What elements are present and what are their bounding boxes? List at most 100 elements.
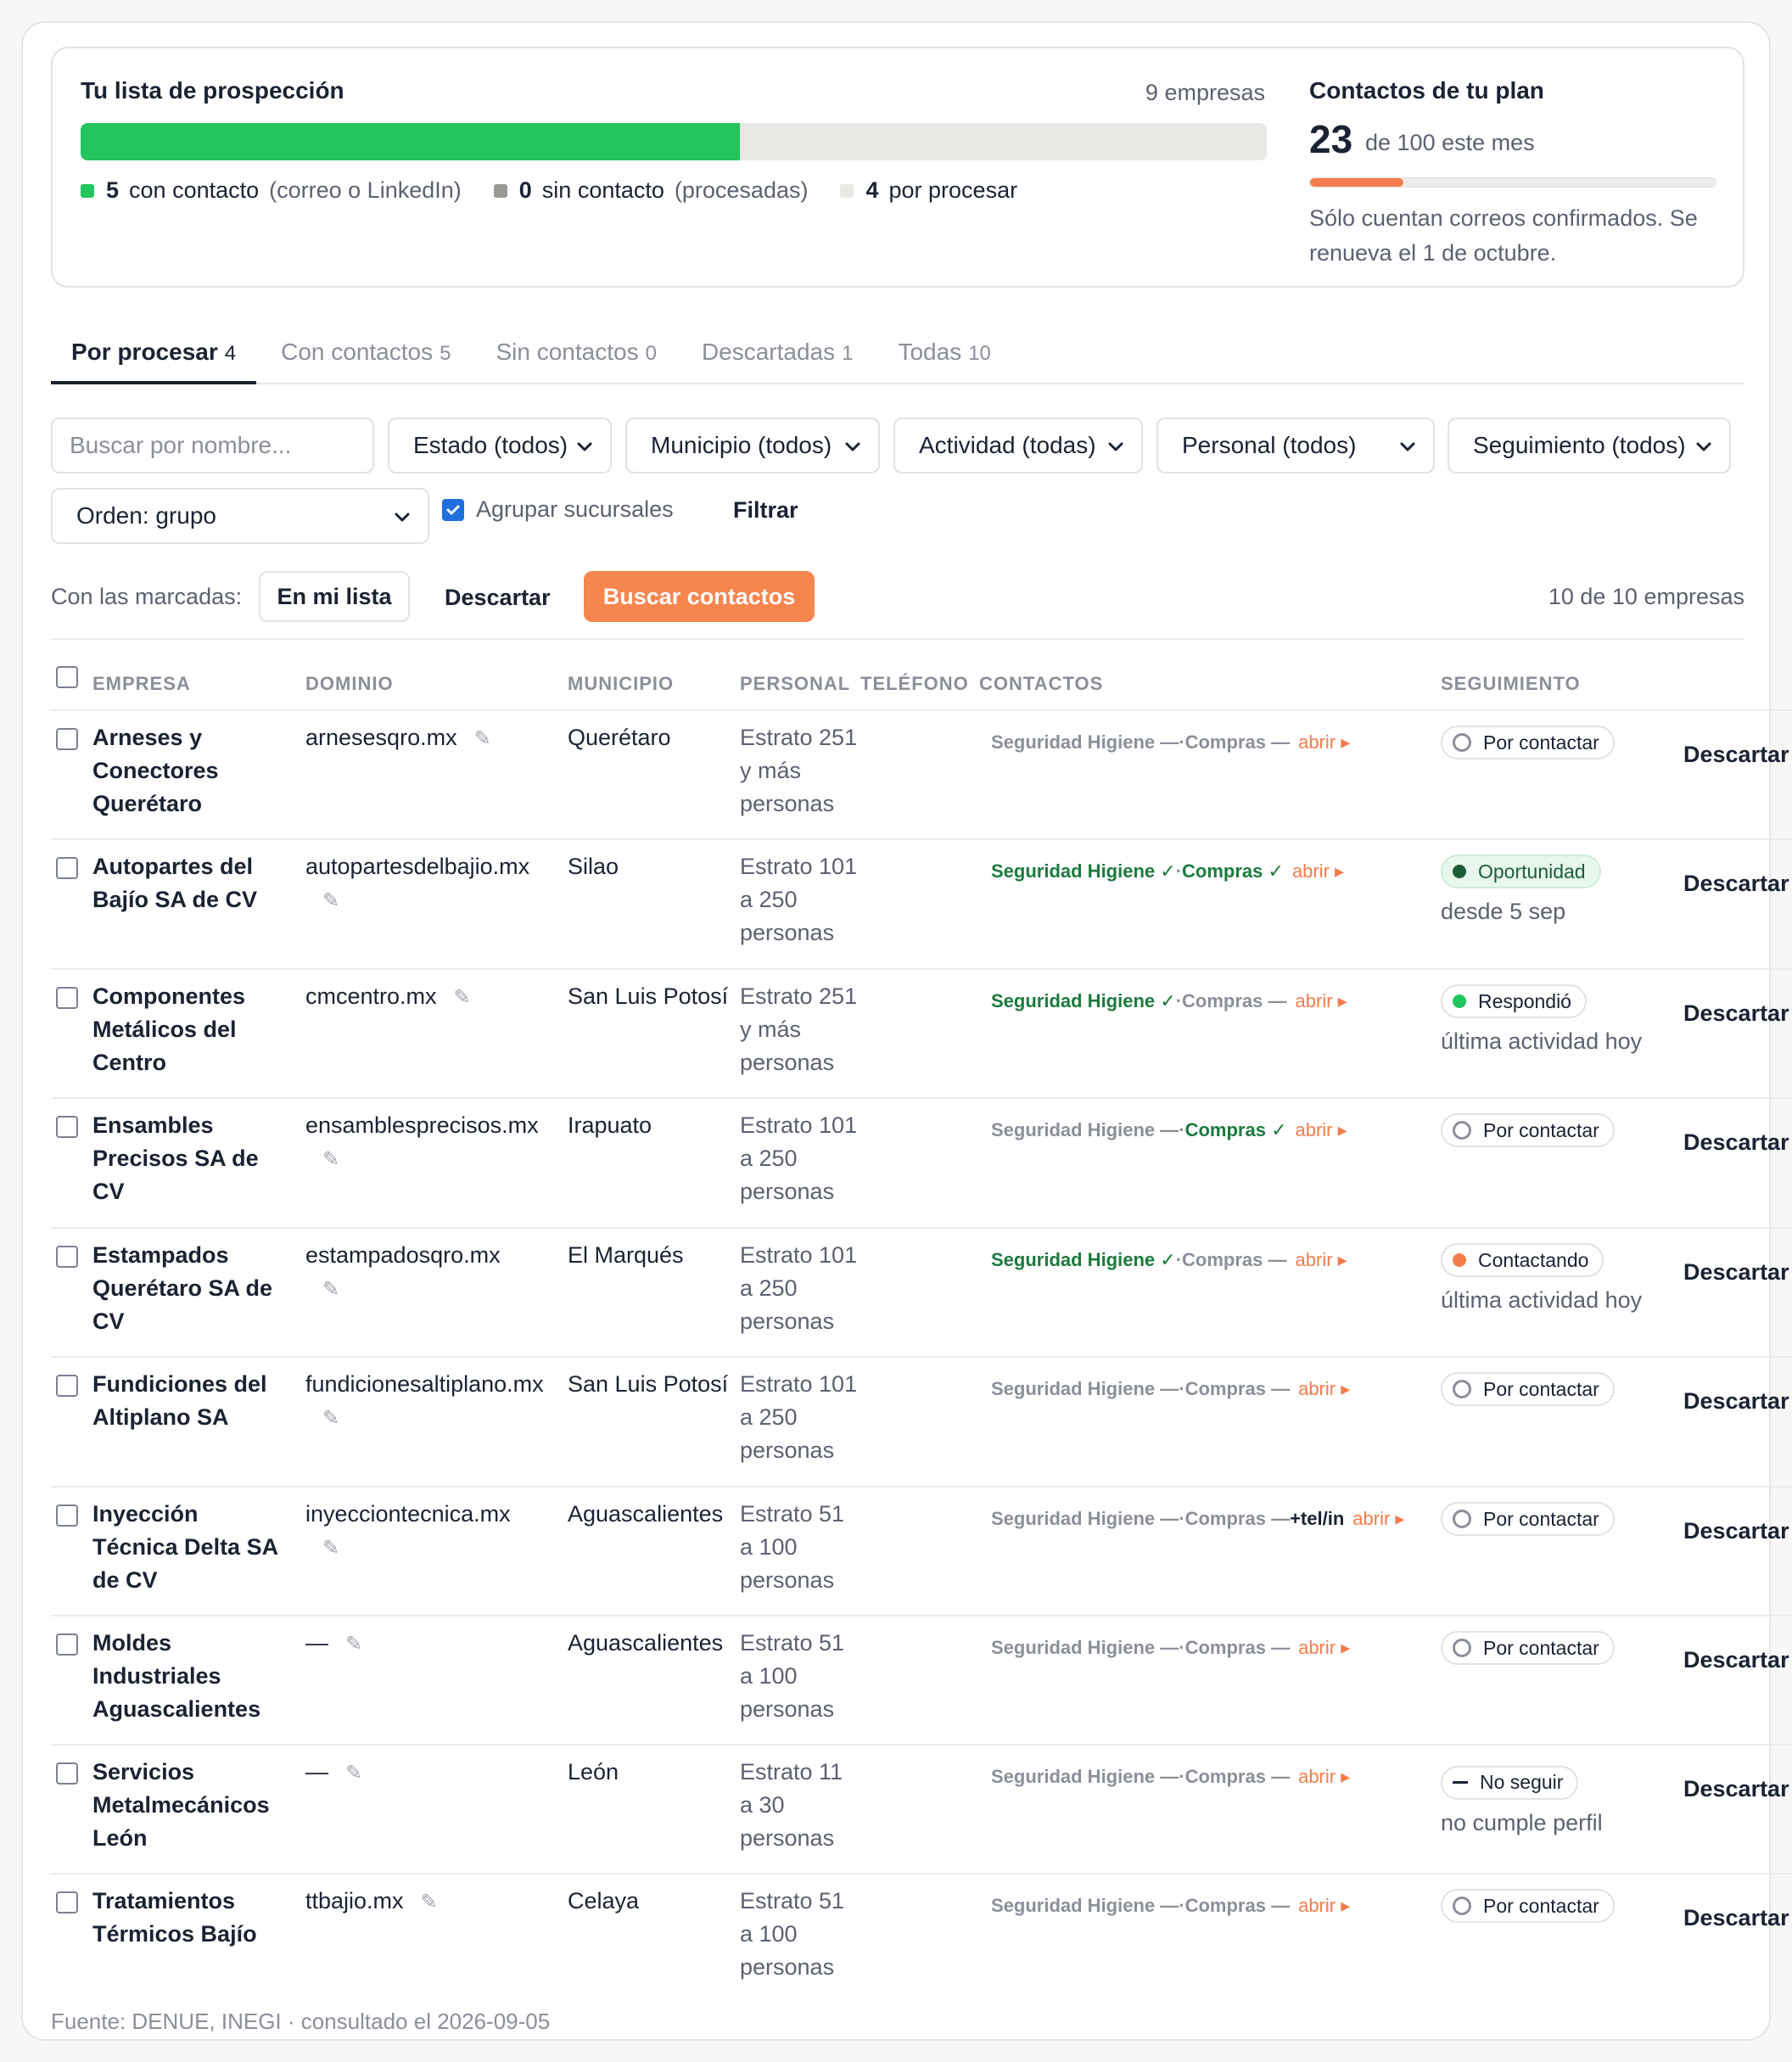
agrupar-checkbox[interactable] [442, 498, 464, 521]
personal-select[interactable]: Personal (todos) [1156, 417, 1435, 473]
table-row: Moldes Industriales Aguascalientes — ✎ Agua… [51, 1615, 1792, 1744]
status-badge[interactable]: Por contactar [1441, 1889, 1615, 1923]
find-contacts-button[interactable]: Buscar contactos [584, 571, 815, 622]
tab-sin-contactos[interactable]: Sin contactos 0 [475, 327, 676, 384]
open-contacts-link[interactable]: abrir ▸ [1298, 1895, 1350, 1916]
personal-select-value: Personal (todos) [1182, 432, 1357, 458]
status-badge[interactable]: Por contactar [1441, 1372, 1615, 1406]
company-name[interactable]: Fundiciones del Altiplano SA [92, 1368, 279, 1434]
col-personal[interactable]: PERSONAL [740, 673, 850, 695]
col-telefono[interactable]: TELÉFONO [860, 673, 969, 695]
discard-button[interactable]: Descartar [1683, 867, 1789, 900]
status-badge[interactable]: Respondió [1441, 984, 1587, 1018]
estado-select[interactable]: Estado (todos) [388, 417, 612, 473]
contact-seguridad-higiene: Seguridad Higiene ✓ [991, 860, 1176, 882]
status-badge[interactable]: Por contactar [1441, 1502, 1615, 1536]
status-badge[interactable]: No seguir [1441, 1765, 1579, 1800]
pencil-icon[interactable]: ✎ [345, 1757, 362, 1790]
legend-swatch [493, 183, 507, 198]
municipio: El Marqués [568, 1242, 684, 1268]
add-to-list-button[interactable]: En mi lista [259, 571, 410, 622]
discard-button[interactable]: Descartar [1683, 997, 1789, 1030]
actividad-select[interactable]: Actividad (todas) [893, 417, 1143, 473]
municipio-select[interactable]: Municipio (todos) [625, 417, 880, 473]
tab-count: 5 [440, 342, 451, 365]
discard-button[interactable]: Descartar [1683, 1515, 1789, 1548]
company-name[interactable]: Servicios Metalmecánicos León [92, 1756, 279, 1855]
open-contacts-link[interactable]: abrir ▸ [1352, 1508, 1404, 1529]
domain-cell: — ✎ [305, 1627, 560, 1661]
seguimiento-select[interactable]: Seguimiento (todos) [1448, 417, 1731, 473]
open-contacts-link[interactable]: abrir ▸ [1296, 990, 1347, 1011]
company-name[interactable]: Autopartes del Bajío SA de CV [92, 850, 279, 916]
open-contacts-link[interactable]: abrir ▸ [1296, 1119, 1347, 1140]
pencil-icon[interactable]: ✎ [421, 1885, 438, 1919]
bulk-discard-button[interactable]: Descartar [445, 585, 551, 611]
company-name[interactable]: Moldes Industriales Aguascalientes [92, 1627, 279, 1726]
status-badge[interactable]: Por contactar [1441, 1631, 1615, 1665]
pencil-icon[interactable]: ✎ [454, 981, 471, 1014]
tab-descartadas[interactable]: Descartadas 1 [681, 327, 874, 384]
contact-seguridad-higiene: Seguridad Higiene — [991, 731, 1179, 753]
company-name[interactable]: Inyección Técnica Delta SA de CV [92, 1498, 279, 1597]
row-checkbox[interactable] [56, 1504, 78, 1527]
col-dominio[interactable]: DOMINIO [305, 673, 394, 695]
pencil-icon[interactable]: ✎ [474, 722, 491, 755]
discard-button[interactable]: Descartar [1683, 1644, 1789, 1677]
status-badge[interactable]: Por contactar [1441, 726, 1615, 759]
row-checkbox[interactable] [56, 987, 78, 1009]
contact-compras: Compras ✓ [1184, 1119, 1287, 1140]
pencil-icon[interactable]: ✎ [345, 1628, 362, 1661]
open-contacts-link[interactable]: abrir ▸ [1298, 1378, 1350, 1399]
pencil-icon[interactable]: ✎ [322, 1143, 339, 1176]
company-name[interactable]: Arneses y Conectores Querétaro [92, 721, 279, 821]
tab-por-procesar[interactable]: Por procesar 4 [51, 327, 257, 384]
open-contacts-link[interactable]: abrir ▸ [1298, 1766, 1350, 1787]
search-input[interactable]: Buscar por nombre... [51, 417, 374, 473]
pencil-icon[interactable]: ✎ [322, 1273, 339, 1306]
col-seguimiento[interactable]: SEGUIMIENTO [1441, 673, 1581, 695]
company-name[interactable]: Ensambles Precisos SA de CV [92, 1109, 279, 1208]
col-contactos[interactable]: CONTACTOS [979, 673, 1103, 695]
discard-button[interactable]: Descartar [1683, 1773, 1789, 1806]
discard-button[interactable]: Descartar [1683, 1126, 1789, 1159]
col-municipio[interactable]: MUNICIPIO [568, 673, 674, 695]
agrupar-sucursales-toggle[interactable]: Agrupar sucursales [442, 496, 674, 523]
discard-button[interactable]: Descartar [1683, 1902, 1789, 1935]
row-checkbox[interactable] [56, 857, 78, 879]
open-contacts-link[interactable]: abrir ▸ [1298, 731, 1350, 753]
col-empresa[interactable]: EMPRESA [92, 673, 191, 695]
company-name[interactable]: Estampados Querétaro SA de CV [92, 1239, 279, 1338]
tab-con-contactos[interactable]: Con contactos 5 [260, 327, 471, 384]
tab-todas[interactable]: Todas 10 [877, 327, 1011, 384]
row-checkbox[interactable] [56, 728, 78, 750]
open-contacts-link[interactable]: abrir ▸ [1296, 1249, 1347, 1270]
orden-select[interactable]: Orden: grupo [51, 488, 429, 544]
filtrar-button[interactable]: Filtrar [733, 497, 798, 524]
company-name[interactable]: Tratamientos Térmicos Bajío [92, 1885, 279, 1951]
status-label: No seguir [1480, 1771, 1564, 1793]
discard-button[interactable]: Descartar [1683, 1385, 1789, 1418]
row-checkbox[interactable] [56, 1246, 78, 1268]
company-name[interactable]: Componentes Metálicos del Centro [92, 980, 279, 1079]
status-badge[interactable]: Oportunidad [1441, 854, 1601, 888]
row-checkbox[interactable] [56, 1116, 78, 1138]
discard-button[interactable]: Descartar [1683, 738, 1789, 771]
pencil-icon[interactable]: ✎ [322, 1532, 339, 1565]
row-checkbox[interactable] [56, 1762, 78, 1785]
legend-swatch [840, 183, 854, 198]
status-badge[interactable]: Contactando [1441, 1243, 1604, 1277]
tab-label: Con contactos [281, 339, 434, 365]
plan-title: Contactos de tu plan [1309, 77, 1544, 104]
pencil-icon[interactable]: ✎ [322, 1402, 339, 1435]
row-checkbox[interactable] [56, 1633, 78, 1656]
domain-cell: ensamblesprecisos.mx ✎ [305, 1109, 560, 1176]
open-contacts-link[interactable]: abrir ▸ [1292, 860, 1344, 882]
pencil-icon[interactable]: ✎ [322, 884, 339, 917]
discard-button[interactable]: Descartar [1683, 1256, 1789, 1289]
row-checkbox[interactable] [56, 1375, 78, 1397]
row-checkbox[interactable] [56, 1891, 78, 1914]
plan-note: Sólo cuentan correos confirmados. Se ren… [1309, 205, 1698, 266]
status-badge[interactable]: Por contactar [1441, 1113, 1615, 1147]
open-contacts-link[interactable]: abrir ▸ [1298, 1637, 1350, 1658]
